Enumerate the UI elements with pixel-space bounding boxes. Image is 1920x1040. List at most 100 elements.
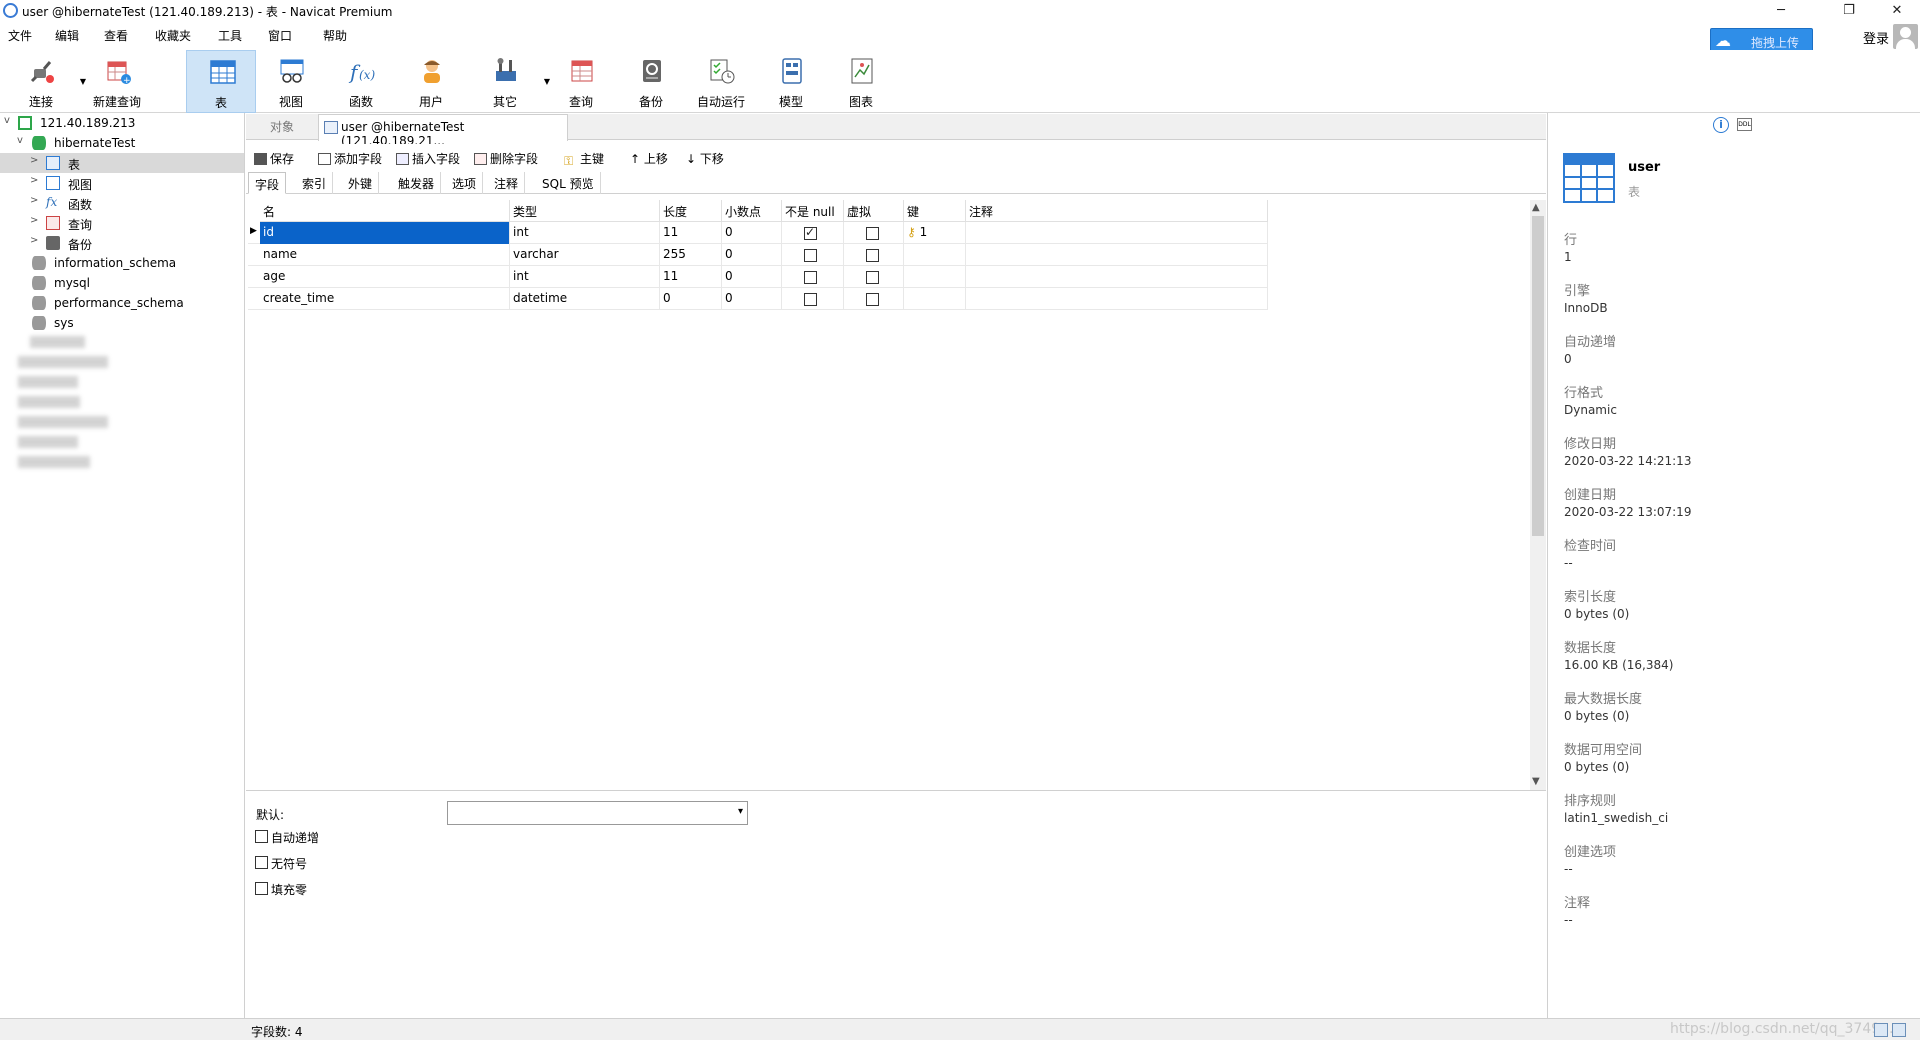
toolbar-connect-button[interactable]: 连接 ▼ <box>6 50 86 113</box>
table-row[interactable]: name varchar 255 0 <box>248 244 1268 266</box>
chevron-right-icon[interactable]: > <box>30 195 38 206</box>
cell-length[interactable]: 0 <box>660 288 722 310</box>
menu-favorites[interactable]: 收藏夹 <box>155 27 191 44</box>
cell-type[interactable]: datetime <box>510 288 660 310</box>
tree-item-views[interactable]: > 视图 <box>0 173 244 193</box>
tree-database[interactable]: v hibernateTest <box>0 133 244 153</box>
tree-db-performance-schema[interactable]: performance_schema <box>0 293 244 313</box>
menu-help[interactable]: 帮助 <box>323 27 347 44</box>
login-link[interactable]: 登录 <box>1863 28 1889 47</box>
table-row[interactable]: id int 11 0 ⚷ 1 <box>248 222 1268 244</box>
cell-length[interactable]: 11 <box>660 266 722 288</box>
tree-db-sys[interactable]: sys <box>0 313 244 333</box>
tab-sql-preview[interactable]: SQL 预览 <box>536 172 601 194</box>
add-field-button[interactable]: 添加字段 <box>318 150 382 167</box>
avatar[interactable] <box>1893 24 1918 49</box>
tab-options[interactable]: 选项 <box>446 172 484 194</box>
chevron-right-icon[interactable]: > <box>30 175 38 186</box>
col-header-type[interactable]: 类型 <box>510 200 660 222</box>
tab-fields[interactable]: 字段 <box>248 172 287 194</box>
col-header-decimals[interactable]: 小数点 <box>722 200 782 222</box>
virtual-checkbox[interactable] <box>866 271 879 284</box>
tree-item-queries[interactable]: > 查询 <box>0 213 244 233</box>
cell-type[interactable]: varchar <box>510 244 660 266</box>
col-header-name[interactable]: 名 <box>260 200 510 222</box>
col-header-comment[interactable]: 注释 <box>966 200 1268 222</box>
tree-db-mysql[interactable]: mysql <box>0 273 244 293</box>
cell-comment[interactable] <box>966 222 1268 244</box>
col-header-virtual[interactable]: 虚拟 <box>844 200 904 222</box>
cell-length[interactable]: 11 <box>660 222 722 244</box>
toolbar-others-button[interactable]: 其它 ▼ <box>470 50 550 113</box>
cell-comment[interactable] <box>966 244 1268 266</box>
insert-field-button[interactable]: 插入字段 <box>396 150 460 167</box>
cell-decimals[interactable]: 0 <box>722 222 782 244</box>
save-button[interactable]: 保存 <box>254 150 294 167</box>
cell-name[interactable]: id <box>260 222 510 244</box>
tree-connection[interactable]: v 121.40.189.213 <box>0 113 244 133</box>
cell-type[interactable]: int <box>510 266 660 288</box>
delete-field-button[interactable]: 删除字段 <box>474 150 538 167</box>
tab-indexes[interactable]: 索引 <box>296 172 334 194</box>
col-header-key[interactable]: 键 <box>904 200 966 222</box>
tab-objects[interactable]: 对象 <box>246 114 318 140</box>
table-row[interactable]: create_time datetime 0 0 <box>248 288 1268 310</box>
col-header-not-null[interactable]: 不是 null <box>782 200 844 222</box>
tab-foreign-keys[interactable]: 外键 <box>342 172 380 194</box>
col-header-length[interactable]: 长度 <box>660 200 722 222</box>
info-icon[interactable]: i <box>1713 117 1729 133</box>
tree-item-tables[interactable]: > 表 <box>0 153 244 173</box>
unsigned-checkbox[interactable] <box>255 856 268 869</box>
not-null-checkbox[interactable] <box>804 225 817 240</box>
zerofill-checkbox[interactable] <box>255 882 268 895</box>
tab-comment[interactable]: 注释 <box>488 172 526 194</box>
ddl-icon[interactable]: DDL <box>1737 118 1752 131</box>
cell-length[interactable]: 255 <box>660 244 722 266</box>
virtual-checkbox[interactable] <box>866 293 879 306</box>
virtual-checkbox[interactable] <box>866 227 879 240</box>
restore-button[interactable]: ❐ <box>1826 0 1872 22</box>
menu-tools[interactable]: 工具 <box>218 27 242 44</box>
toolbar-new-query-button[interactable]: + 新建查询 <box>82 50 152 113</box>
minimize-button[interactable]: ─ <box>1758 0 1804 22</box>
chevron-right-icon[interactable]: > <box>30 155 38 166</box>
cell-type[interactable]: int <box>510 222 660 244</box>
toolbar-queries-button[interactable]: 查询 <box>546 50 616 113</box>
move-down-button[interactable]: ↓ 下移 <box>686 150 724 167</box>
toolbar-tables-button[interactable]: 表 <box>186 50 256 113</box>
tab-triggers[interactable]: 触发器 <box>392 172 442 194</box>
cell-key[interactable]: ⚷ 1 <box>904 222 966 244</box>
default-value-select[interactable]: ▾ <box>447 801 748 825</box>
tree-item-backups[interactable]: > 备份 <box>0 233 244 253</box>
scroll-down-icon[interactable]: ▼ <box>1532 776 1540 787</box>
not-null-checkbox[interactable] <box>804 271 817 284</box>
toolbar-backup-button[interactable]: 备份 <box>616 50 686 113</box>
tree-item-functions[interactable]: > fx 函数 <box>0 193 244 213</box>
cell-comment[interactable] <box>966 288 1268 310</box>
primary-key-button[interactable]: ⚿ 主键 <box>564 150 604 168</box>
grid-vertical-scrollbar[interactable]: ▲ ▼ <box>1530 200 1546 790</box>
not-null-checkbox[interactable] <box>804 293 817 306</box>
table-row[interactable]: age int 11 0 <box>248 266 1268 288</box>
form-view-icon[interactable] <box>1892 1023 1906 1037</box>
menu-view[interactable]: 查看 <box>104 27 128 44</box>
cell-key[interactable] <box>904 266 966 288</box>
cell-decimals[interactable]: 0 <box>722 266 782 288</box>
close-button[interactable]: ✕ <box>1874 0 1920 22</box>
auto-increment-checkbox[interactable] <box>255 830 268 843</box>
cell-comment[interactable] <box>966 266 1268 288</box>
cell-name[interactable]: name <box>260 244 510 266</box>
scroll-up-icon[interactable]: ▲ <box>1532 202 1540 213</box>
not-null-checkbox[interactable] <box>804 249 817 262</box>
toolbar-functions-button[interactable]: f (x) 函数 <box>326 50 396 113</box>
cell-name[interactable]: create_time <box>260 288 510 310</box>
move-up-button[interactable]: ↑ 上移 <box>630 150 668 167</box>
menu-window[interactable]: 窗口 <box>268 27 292 44</box>
toolbar-users-button[interactable]: 用户 <box>396 50 466 113</box>
cell-key[interactable] <box>904 244 966 266</box>
scrollbar-thumb[interactable] <box>1532 216 1544 536</box>
toolbar-model-button[interactable]: 模型 <box>756 50 826 113</box>
chevron-down-icon[interactable]: v <box>4 115 10 126</box>
tree-db-information-schema[interactable]: information_schema <box>0 253 244 273</box>
chevron-right-icon[interactable]: > <box>30 215 38 226</box>
